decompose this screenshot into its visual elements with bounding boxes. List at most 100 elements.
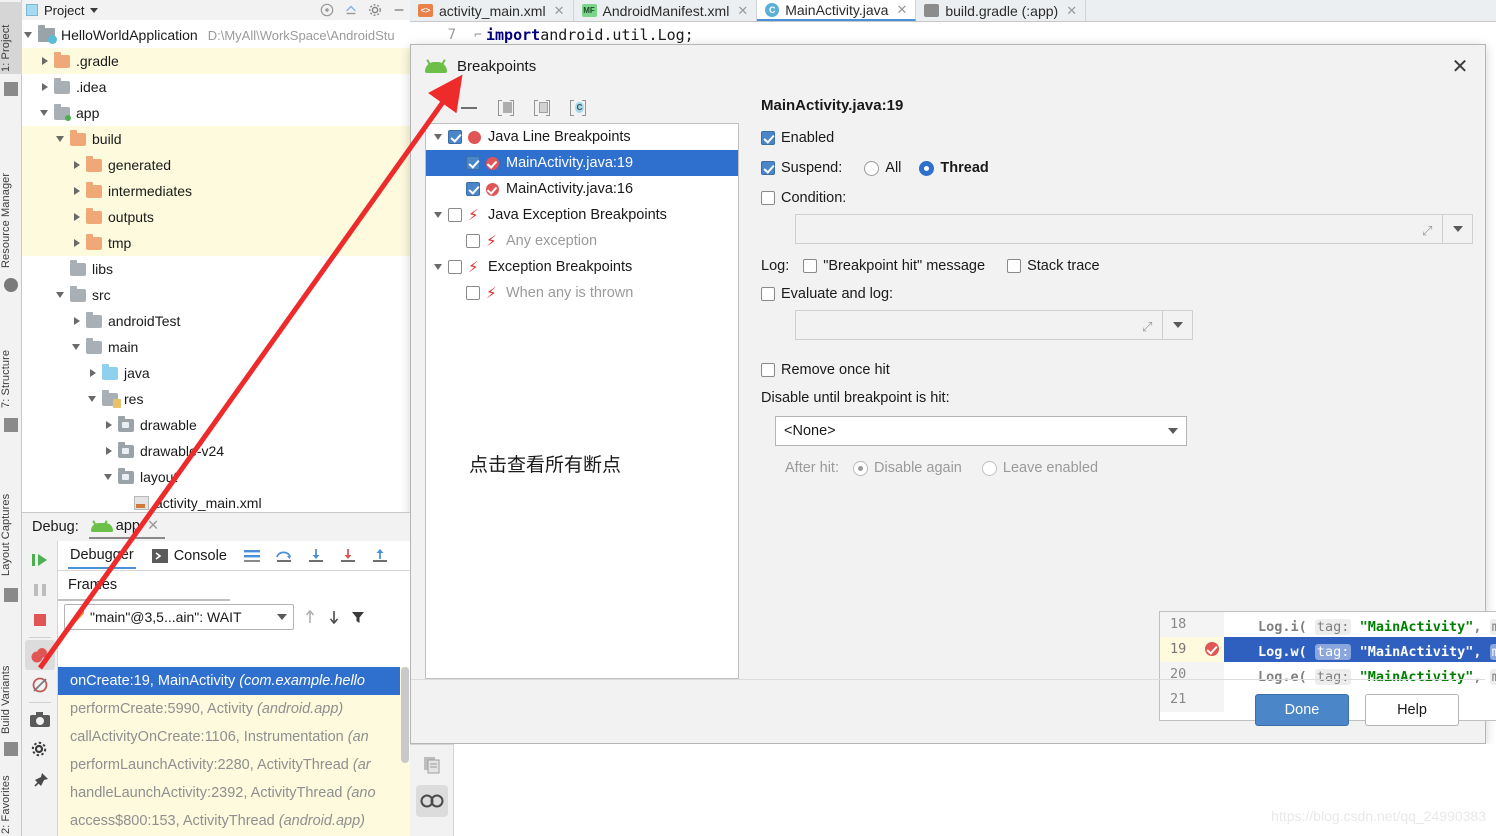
- step-out-icon[interactable]: [371, 548, 389, 564]
- close-icon[interactable]: ✕: [147, 518, 159, 534]
- breakpoint-enable-checkbox[interactable]: [466, 182, 480, 196]
- breakpoints-tree[interactable]: Java Line Breakpoints MainActivity.java:1…: [425, 123, 739, 679]
- tree-row-root[interactable]: HelloWorldApplication D:\MyAll\WorkSpace…: [22, 22, 410, 48]
- pause-program-icon[interactable]: [25, 575, 55, 605]
- collapsed-arrow-icon[interactable]: [74, 161, 80, 169]
- collapsed-arrow-icon[interactable]: [74, 239, 80, 247]
- view-breakpoints-icon[interactable]: [24, 640, 55, 670]
- enabled-row[interactable]: Enabled: [761, 130, 1477, 146]
- collapsed-arrow-icon[interactable]: [74, 317, 80, 325]
- resume-program-icon[interactable]: [25, 545, 55, 575]
- thread-selector[interactable]: "main"@3,5...ain": WAIT: [64, 604, 294, 630]
- layout-settings-icon[interactable]: [243, 548, 261, 564]
- tree-row[interactable]: src: [22, 282, 410, 308]
- remove-once-hit-checkbox[interactable]: [761, 363, 775, 377]
- filter-icon[interactable]: [350, 609, 366, 625]
- condition-input-group[interactable]: ⤢: [795, 214, 1477, 244]
- editor-tab[interactable]: C MainActivity.java ✕: [757, 0, 917, 21]
- tab-debugger[interactable]: Debugger: [68, 543, 136, 569]
- target-icon[interactable]: [320, 3, 334, 17]
- evaluate-and-log-row[interactable]: Evaluate and log:: [761, 286, 1477, 302]
- gear-icon[interactable]: [368, 3, 382, 17]
- expand-arrow-icon[interactable]: [430, 124, 448, 150]
- collapsed-arrow-icon[interactable]: [42, 57, 48, 65]
- evaluate-dropdown-button[interactable]: [1163, 310, 1193, 340]
- collapsed-arrow-icon[interactable]: [42, 83, 48, 91]
- condition-dropdown-button[interactable]: [1443, 214, 1473, 244]
- stack-trace-checkbox[interactable]: [1007, 259, 1022, 273]
- breakpoint-enable-checkbox[interactable]: [466, 286, 480, 300]
- collapsed-arrow-icon[interactable]: [106, 421, 112, 429]
- group-by-folder-button[interactable]: [497, 99, 517, 117]
- tree-row[interactable]: build: [22, 126, 410, 152]
- suspend-all-radio[interactable]: [864, 160, 880, 176]
- breakpoint-tree-row[interactable]: ⚡ Exception Breakpoints: [426, 254, 738, 280]
- tree-row[interactable]: app: [22, 100, 410, 126]
- code-fold-icon[interactable]: ⌐: [470, 28, 486, 43]
- frame-down-icon[interactable]: [326, 609, 342, 625]
- frame-list-item[interactable]: access$800:153, ActivityThread (android.…: [58, 807, 410, 835]
- copy-icon[interactable]: [416, 749, 448, 781]
- sidebar-item-layout-captures[interactable]: Layout Captures: [0, 460, 22, 578]
- breakpoint-gutter[interactable]: [1202, 637, 1224, 662]
- tree-row[interactable]: drawable: [22, 412, 410, 438]
- expanded-arrow-icon[interactable]: [72, 344, 80, 350]
- group-by-file-button[interactable]: [533, 99, 553, 117]
- sidebar-item-project[interactable]: 1: Project: [0, 2, 22, 74]
- suspend-thread-radio[interactable]: [919, 160, 935, 176]
- collapsed-arrow-icon[interactable]: [74, 187, 80, 195]
- tree-row[interactable]: main: [22, 334, 410, 360]
- leave-enabled-radio[interactable]: [981, 460, 997, 476]
- remove-breakpoint-button[interactable]: [461, 99, 481, 117]
- step-over-icon[interactable]: [275, 548, 293, 564]
- breakpoint-tree-row[interactable]: ⚡ Any exception: [426, 228, 738, 254]
- sidebar-item-resource-manager[interactable]: Resource Manager: [0, 140, 22, 270]
- expanded-arrow-icon[interactable]: [104, 474, 112, 480]
- breakpoint-tree-row[interactable]: ⚡ Java Exception Breakpoints: [426, 202, 738, 228]
- frames-list[interactable]: onCreate:19, MainActivity (com.example.h…: [58, 667, 410, 836]
- tree-row[interactable]: androidTest: [22, 308, 410, 334]
- suspend-checkbox[interactable]: [761, 161, 775, 175]
- remove-once-hit-row[interactable]: Remove once hit: [761, 362, 1477, 378]
- condition-checkbox[interactable]: [761, 191, 775, 205]
- screenshot-icon[interactable]: [25, 705, 55, 735]
- breakpoint-gutter[interactable]: [1202, 612, 1224, 637]
- tree-row[interactable]: drawable-v24: [22, 438, 410, 464]
- stop-icon[interactable]: [25, 605, 55, 635]
- settings-icon[interactable]: [25, 735, 55, 765]
- frame-up-icon[interactable]: [302, 609, 318, 625]
- step-into-icon[interactable]: [307, 548, 325, 564]
- expand-editor-icon[interactable]: ⤢: [1142, 319, 1156, 334]
- collapsed-arrow-icon[interactable]: [74, 213, 80, 221]
- frame-list-item[interactable]: callActivityOnCreate:1106, Instrumentati…: [58, 723, 410, 751]
- tree-row[interactable]: .idea: [22, 74, 410, 100]
- disable-until-select[interactable]: <None>: [775, 416, 1187, 446]
- expand-arrow-icon[interactable]: [430, 202, 448, 228]
- expanded-arrow-icon[interactable]: [56, 292, 64, 298]
- frame-list-item[interactable]: handleLaunchActivity:2392, ActivityThrea…: [58, 779, 410, 807]
- close-icon[interactable]: ✕: [1449, 55, 1471, 77]
- frame-list-item[interactable]: onCreate:19, MainActivity (com.example.h…: [58, 667, 410, 695]
- close-icon[interactable]: ✕: [896, 2, 907, 18]
- tree-row[interactable]: intermediates: [22, 178, 410, 204]
- expanded-arrow-icon[interactable]: [24, 32, 32, 38]
- breakpoint-tree-row[interactable]: ⚡ When any is thrown: [426, 280, 738, 306]
- chevron-down-icon[interactable]: [90, 7, 99, 13]
- sidebar-item-favorites[interactable]: 2: Favorites: [0, 770, 22, 836]
- debug-app-tab[interactable]: app ✕: [88, 515, 166, 539]
- expanded-arrow-icon[interactable]: [40, 110, 48, 116]
- expand-editor-icon[interactable]: ⤢: [1422, 223, 1436, 238]
- frame-list-item[interactable]: performLaunchActivity:2280, ActivityThre…: [58, 751, 410, 779]
- tab-console[interactable]: Console: [150, 544, 229, 568]
- breakpoint-tree-row[interactable]: MainActivity.java:16: [426, 176, 738, 202]
- editor-tab[interactable]: build.gradle (:app) ✕: [916, 0, 1087, 21]
- force-step-into-icon[interactable]: [339, 548, 357, 564]
- collapsed-arrow-icon[interactable]: [106, 447, 112, 455]
- sidebar-item-build-variants[interactable]: Build Variants: [0, 628, 22, 736]
- help-button[interactable]: Help: [1365, 694, 1459, 726]
- close-icon[interactable]: ✕: [1066, 3, 1077, 19]
- breakpoint-enable-checkbox[interactable]: [466, 234, 480, 248]
- breakpoint-tree-row[interactable]: MainActivity.java:19: [426, 150, 738, 176]
- tree-row[interactable]: java: [22, 360, 410, 386]
- editor-tab[interactable]: <> activity_main.xml ✕: [410, 0, 574, 21]
